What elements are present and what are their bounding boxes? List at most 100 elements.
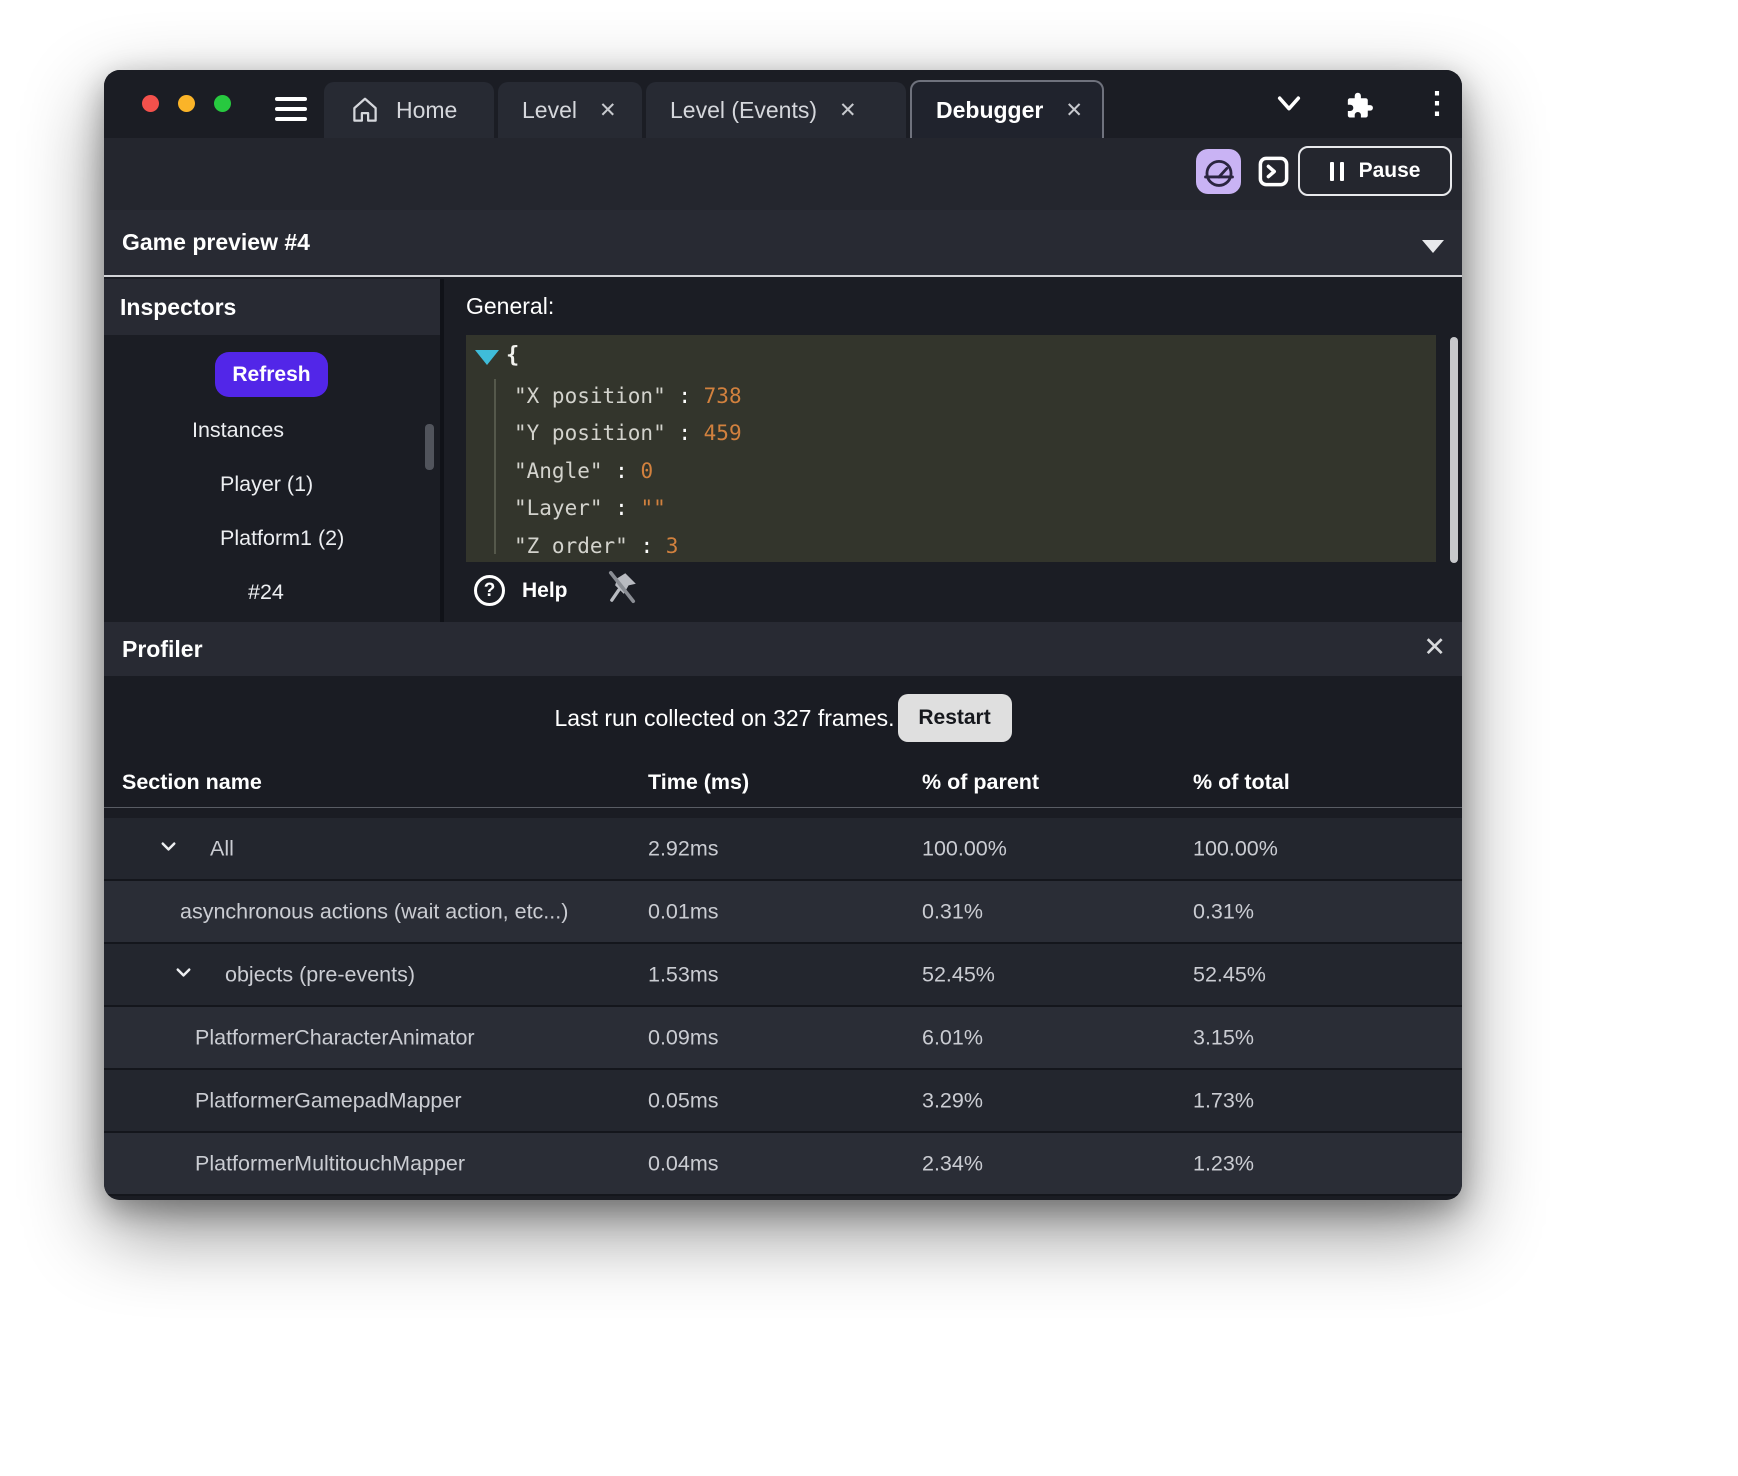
inspectors-title: Inspectors xyxy=(120,293,237,320)
time-value: 1.53ms xyxy=(648,962,719,986)
tab-label: Home xyxy=(396,96,458,123)
table-row[interactable]: PlatformerGamepadMapper 0.05ms 3.29% 1.7… xyxy=(104,1070,1462,1133)
table-row[interactable]: PlatformerCharacterAnimator 0.09ms 6.01%… xyxy=(104,1007,1462,1070)
tab-home[interactable]: Home xyxy=(324,82,494,138)
close-icon[interactable]: ✕ xyxy=(1065,98,1083,123)
inspectors-panel: Inspectors Refresh Instances Player (1) … xyxy=(104,279,440,622)
percent-total-value: 52.45% xyxy=(1193,962,1266,986)
percent-total-value: 3.15% xyxy=(1193,1025,1254,1049)
refresh-button[interactable]: Refresh xyxy=(215,352,328,397)
pause-button[interactable]: Pause xyxy=(1298,146,1452,196)
section-name: objects (pre-events) xyxy=(225,962,415,986)
percent-total-value: 0.31% xyxy=(1193,899,1254,923)
unpin-icon[interactable] xyxy=(604,569,640,610)
profiler-gauge-button[interactable] xyxy=(1196,149,1241,194)
debugger-toolbar: Pause xyxy=(104,138,1462,210)
tab-label: Level xyxy=(522,96,577,123)
expand-chevron-icon[interactable] xyxy=(157,835,180,863)
section-name: All xyxy=(210,836,234,860)
percent-parent-value: 52.45% xyxy=(922,962,995,986)
time-value: 2.92ms xyxy=(648,836,719,860)
inspector-item-instances[interactable]: Instances xyxy=(104,403,440,457)
chevron-down-icon[interactable] xyxy=(1275,94,1303,119)
console-button[interactable] xyxy=(1256,154,1291,189)
detail-scrollbar-thumb[interactable] xyxy=(1450,337,1458,563)
table-row[interactable]: All 2.92ms 100.00% 100.00% xyxy=(104,818,1462,881)
percent-parent-value: 0.31% xyxy=(922,899,983,923)
menu-icon[interactable] xyxy=(275,97,307,121)
tab-debugger[interactable]: Debugger ✕ xyxy=(910,80,1104,138)
close-icon[interactable]: ✕ xyxy=(839,98,857,123)
game-preview-title: Game preview #4 xyxy=(122,229,310,255)
profiler-status-row: Last run collected on 327 frames. Restar… xyxy=(104,694,1462,742)
time-value: 0.05ms xyxy=(648,1088,719,1112)
tab-level[interactable]: Level ✕ xyxy=(498,82,642,138)
app-window: Home Level ✕ Level (Events) ✕ Debugger ✕ xyxy=(104,70,1462,1200)
inspector-detail-panel: General: { "X position" : 738 "Y positio… xyxy=(444,279,1462,622)
table-row[interactable]: asynchronous actions (wait action, etc..… xyxy=(104,881,1462,944)
profiler-status-text: Last run collected on 327 frames. xyxy=(554,704,895,731)
close-window-button[interactable] xyxy=(142,95,159,112)
percent-parent-value: 2.34% xyxy=(922,1151,983,1175)
section-name: asynchronous actions (wait action, etc..… xyxy=(180,899,569,923)
more-options-kebab-icon[interactable]: ⋮ xyxy=(1422,86,1452,121)
pause-icon xyxy=(1329,161,1344,181)
inspector-item-instance-24[interactable]: #24 xyxy=(104,565,440,619)
profiler-table-rows: All 2.92ms 100.00% 100.00% asynchronous … xyxy=(104,818,1462,1196)
game-preview-header[interactable]: Game preview #4 xyxy=(104,210,1462,277)
expand-chevron-icon[interactable] xyxy=(172,961,195,989)
restart-button[interactable]: Restart xyxy=(897,694,1012,742)
extensions-puzzle-icon[interactable] xyxy=(1342,90,1375,128)
close-icon[interactable]: ✕ xyxy=(599,98,617,123)
json-lines: "X position" : 738 "Y position" : 459 "A… xyxy=(466,377,1436,562)
table-row[interactable]: PlatformerMultitouchMapper 0.04ms 2.34% … xyxy=(104,1133,1462,1196)
inspectors-scrollbar-thumb[interactable] xyxy=(425,424,434,470)
section-name: PlatformerMultitouchMapper xyxy=(195,1151,466,1175)
column-header-percent-parent: % of parent xyxy=(922,770,1040,794)
help-question-icon[interactable]: ? xyxy=(474,575,505,606)
percent-total-value: 1.73% xyxy=(1193,1088,1254,1112)
object-json-viewer: { "X position" : 738 "Y position" : 459 … xyxy=(466,335,1436,562)
pause-label: Pause xyxy=(1358,159,1421,182)
section-name: PlatformerGamepadMapper xyxy=(195,1088,462,1112)
json-open-brace: { xyxy=(506,343,520,368)
percent-parent-value: 6.01% xyxy=(922,1025,983,1049)
json-line-x-position: "X position" : 738 xyxy=(514,383,742,408)
home-icon xyxy=(350,95,380,125)
collapse-caret-icon[interactable] xyxy=(1422,240,1444,253)
time-value: 0.09ms xyxy=(648,1025,719,1049)
percent-total-value: 100.00% xyxy=(1193,836,1278,860)
general-section-title: General: xyxy=(466,293,555,319)
json-line-angle: "Angle" : 0 xyxy=(514,458,654,483)
profiler-header: Profiler ✕ xyxy=(104,622,1462,676)
inspectors-header: Inspectors xyxy=(104,279,440,335)
percent-total-value: 1.23% xyxy=(1193,1151,1254,1175)
maximize-window-button[interactable] xyxy=(214,95,231,112)
tab-label: Level (Events) xyxy=(670,96,818,123)
debugger-main: Inspectors Refresh Instances Player (1) … xyxy=(104,279,1462,622)
profiler-title: Profiler xyxy=(122,635,203,662)
column-header-percent-total: % of total xyxy=(1193,770,1290,794)
close-icon[interactable]: ✕ xyxy=(1423,632,1446,663)
titlebar: Home Level ✕ Level (Events) ✕ Debugger ✕ xyxy=(104,70,1462,138)
percent-parent-value: 3.29% xyxy=(922,1088,983,1112)
inspector-item-platform1[interactable]: Platform1 (2) xyxy=(104,511,440,565)
json-line-z-order: "Z order" : 3 xyxy=(514,533,679,558)
collapse-triangle-icon[interactable] xyxy=(475,350,499,365)
json-line-layer: "Layer" : "" xyxy=(514,496,666,521)
desktop-background: Home Level ✕ Level (Events) ✕ Debugger ✕ xyxy=(0,0,1738,1476)
time-value: 0.01ms xyxy=(648,899,719,923)
inspector-item-player[interactable]: Player (1) xyxy=(104,457,440,511)
minimize-window-button[interactable] xyxy=(178,95,195,112)
table-row[interactable]: objects (pre-events) 1.53ms 52.45% 52.45… xyxy=(104,944,1462,1007)
tab-label: Debugger xyxy=(936,96,1044,123)
section-name: PlatformerCharacterAnimator xyxy=(195,1025,475,1049)
column-header-section-name: Section name xyxy=(122,770,262,794)
percent-parent-value: 100.00% xyxy=(922,836,1007,860)
time-value: 0.04ms xyxy=(648,1151,719,1175)
help-button[interactable]: Help xyxy=(522,579,568,603)
profiler-panel: Profiler ✕ Last run collected on 327 fra… xyxy=(104,622,1462,1200)
profiler-table-header: Section name Time (ms) % of parent % of … xyxy=(104,762,1462,808)
tab-level-events[interactable]: Level (Events) ✕ xyxy=(646,82,906,138)
json-line-y-position: "Y position" : 459 xyxy=(514,421,742,446)
